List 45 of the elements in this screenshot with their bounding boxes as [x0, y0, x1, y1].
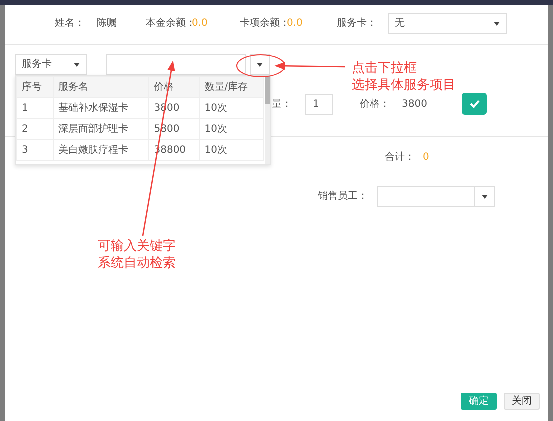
table-cell: 3: [16, 140, 54, 160]
table-cell: 2: [16, 118, 54, 140]
quantity-field[interactable]: 1: [305, 94, 333, 114]
principal-balance-label: 本金余额：: [146, 16, 192, 31]
table-cell: 基础补水保湿卡: [53, 98, 149, 118]
principal-balance-value: 0.0: [192, 17, 209, 31]
table-cell: 10次: [199, 140, 264, 160]
quantity-label: 量：: [272, 98, 293, 112]
card-balance-label: 卡项余额：: [240, 16, 287, 31]
name-label: 姓名：: [55, 17, 86, 31]
service-card-label: 服务卡：: [337, 16, 378, 31]
table-cell: 深层面部护理卡: [53, 118, 149, 140]
annotation-text: 可输入关键字 系统自动检索: [98, 238, 176, 272]
price-label: 价格：: [360, 98, 391, 112]
annotation-text: 点击下拉框 选择具体服务项目: [352, 60, 456, 94]
check-icon: [470, 100, 480, 108]
table-cell: 10次: [199, 118, 264, 140]
price-value: 3800: [402, 98, 428, 112]
caret-icon: [74, 62, 80, 66]
sales-staff-select[interactable]: [377, 186, 495, 207]
table-cell: 1: [16, 98, 54, 118]
item-search-field[interactable]: [106, 54, 246, 75]
confirm-item-button[interactable]: [462, 93, 487, 115]
caret-icon: [257, 62, 263, 66]
column-header: 序号: [16, 76, 54, 98]
select-value: 服务卡: [22, 58, 52, 72]
close-button[interactable]: 关闭: [504, 393, 540, 410]
column-header: 服务名: [53, 76, 149, 98]
table-cell: 美白嫩肤疗程卡: [53, 140, 149, 160]
customer-name: 陈嘱: [97, 17, 118, 31]
service-card-select[interactable]: 无: [388, 13, 507, 34]
select-value: 无: [395, 17, 405, 31]
highlight-ellipse: [236, 54, 286, 78]
annotation-arrow: [274, 62, 345, 70]
dropdown-toggle-button[interactable]: [250, 54, 270, 75]
column-header: 数量/库存: [199, 76, 264, 98]
card-balance-value: 0.0: [287, 17, 304, 31]
total-value: 0: [423, 150, 430, 164]
scrollbar[interactable]: [265, 76, 270, 164]
table-cell: 10次: [199, 98, 264, 118]
caret-icon: [494, 22, 500, 26]
sales-staff-label: 销售员工：: [318, 190, 369, 204]
caret-icon: [482, 194, 488, 198]
total-label: 合计：: [385, 150, 416, 164]
item-type-select[interactable]: 服务卡: [15, 54, 87, 75]
